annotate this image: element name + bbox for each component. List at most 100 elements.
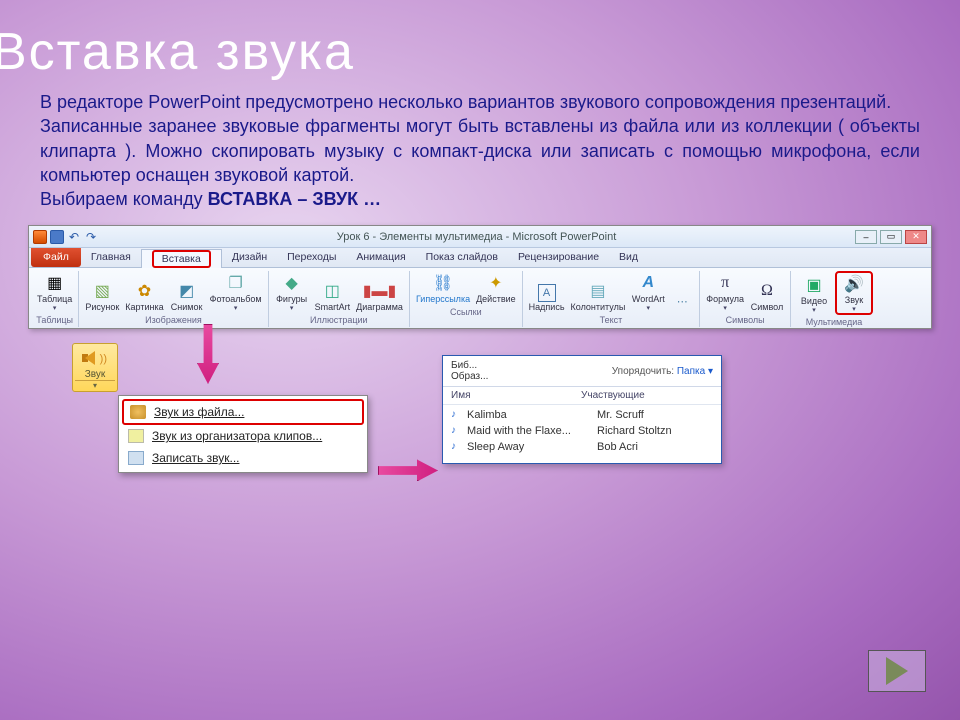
slide-body: В редакторе PowerPoint предусмотрено нес… — [0, 82, 960, 211]
btn-text-more[interactable]: ⋯ — [669, 289, 695, 313]
file-row[interactable]: ♪ Sleep Away Bob Acri — [451, 439, 713, 455]
lower-area: )) Звук ▾ Звук из файла... Звук из орган… — [0, 339, 960, 559]
menu-sound-from-file-label: Звук из файла... — [154, 405, 244, 419]
chevron-down-icon: ▾ — [75, 380, 115, 390]
btn-chart[interactable]: ▮▬▮Диаграмма — [354, 279, 405, 313]
btn-video-label: Видео — [801, 297, 827, 306]
ribbon-body: ▦ Таблица ▾ Таблицы ▧Рисунок ✿Картинка ◩… — [29, 268, 931, 328]
music-icon: ♪ — [451, 441, 463, 453]
file-row[interactable]: ♪ Maid with the Flaxe... Richard Stoltzn — [451, 423, 713, 439]
group-links-label: Ссылки — [450, 307, 482, 317]
arrow-down-icon — [197, 324, 219, 384]
action-icon: ✦ — [485, 272, 507, 294]
tab-insert-highlight: Вставка — [152, 250, 211, 268]
btn-clipart[interactable]: ✿Картинка — [123, 279, 165, 313]
btn-smartart[interactable]: ◫SmartArt — [313, 279, 353, 313]
tab-review[interactable]: Рецензирование — [508, 248, 609, 267]
file-dialog-rows: ♪ Kalimba Mr. Scruff ♪ Maid with the Fla… — [443, 405, 721, 463]
btn-hyperlink[interactable]: ⛓Гиперссылка — [414, 271, 472, 305]
more-icon: ⋯ — [671, 290, 693, 312]
btn-picture[interactable]: ▧Рисунок — [83, 279, 121, 313]
record-icon — [128, 451, 144, 465]
tab-insert[interactable]: Вставка — [141, 249, 222, 268]
screenshot-icon: ◩ — [176, 280, 198, 302]
file-artist: Richard Stoltzn — [597, 425, 672, 437]
group-tables-label: Таблицы — [36, 315, 73, 325]
file-dialog: Биб... Образ... Упорядочить: Папка ▾ Имя… — [442, 355, 722, 464]
sound-dropdown-button[interactable]: )) Звук ▾ — [72, 343, 118, 392]
maximize-button[interactable]: ▭ — [880, 230, 902, 244]
tab-home[interactable]: Главная — [81, 248, 141, 267]
play-icon — [886, 657, 908, 685]
chevron-down-icon: ▾ — [708, 366, 713, 377]
tab-design[interactable]: Дизайн — [222, 248, 277, 267]
para-1: В редакторе PowerPoint предусмотрено нес… — [40, 90, 920, 114]
close-button[interactable]: ✕ — [905, 230, 927, 244]
next-slide-button[interactable] — [868, 650, 926, 692]
btn-action[interactable]: ✦Действие — [474, 271, 518, 305]
btn-video[interactable]: ▣Видео▾ — [795, 273, 833, 315]
window-title: Урок 6 - Элементы мультимедиа - Microsof… — [98, 231, 855, 243]
btn-shapes[interactable]: ◆Фигуры▾ — [273, 271, 311, 313]
btn-equation[interactable]: πФормула▾ — [704, 271, 746, 313]
minimize-button[interactable]: – — [855, 230, 877, 244]
speaker-icon — [130, 405, 146, 419]
btn-action-label: Действие — [476, 295, 516, 304]
btn-chart-label: Диаграмма — [356, 303, 403, 312]
textbox-icon: A — [538, 284, 556, 302]
group-symbols-label: Символы — [726, 315, 765, 325]
chevron-down-icon: ▾ — [290, 304, 294, 312]
audio-icon: 🔊 — [843, 273, 865, 295]
wordart-icon: A — [637, 272, 659, 294]
menu-record-sound-label: Записать звук... — [152, 451, 239, 465]
btn-symbol[interactable]: ΩСимвол — [748, 279, 786, 313]
btn-screenshot-label: Снимок — [171, 303, 203, 312]
group-text: AНадпись ▤Колонтитулы AWordArt▾ ⋯ Текст — [523, 271, 701, 327]
breadcrumb-1[interactable]: Биб... — [451, 360, 488, 371]
sound-menu: Звук из файла... Звук из организатора кл… — [118, 395, 368, 473]
tab-animations[interactable]: Анимация — [346, 248, 415, 267]
file-artist: Mr. Scruff — [597, 409, 644, 421]
tab-file[interactable]: Файл — [31, 248, 81, 267]
menu-sound-from-organizer[interactable]: Звук из организатора клипов... — [122, 425, 364, 447]
save-icon[interactable] — [50, 230, 64, 244]
file-name: Maid with the Flaxe... — [467, 425, 597, 437]
sort-control[interactable]: Упорядочить: Папка ▾ — [612, 366, 713, 377]
col-artists[interactable]: Участвующие — [581, 390, 645, 401]
file-name: Sleep Away — [467, 441, 597, 453]
redo-icon[interactable]: ↷ — [84, 230, 98, 244]
organizer-icon — [128, 429, 144, 443]
file-dialog-columns: Имя Участвующие — [443, 387, 721, 405]
file-name: Kalimba — [467, 409, 597, 421]
titlebar: ↶ ↷ Урок 6 - Элементы мультимедиа - Micr… — [29, 226, 931, 248]
btn-textbox[interactable]: AНадпись — [527, 283, 567, 313]
col-name[interactable]: Имя — [451, 390, 581, 401]
sort-value[interactable]: Папка — [677, 366, 705, 377]
tab-slideshow[interactable]: Показ слайдов — [416, 248, 508, 267]
btn-photoalbum[interactable]: ❐Фотоальбом▾ — [208, 271, 264, 313]
btn-photoalbum-label: Фотоальбом — [210, 295, 262, 304]
menu-sound-from-file[interactable]: Звук из файла... — [122, 399, 364, 425]
btn-headerfooter-label: Колонтитулы — [571, 303, 626, 312]
menu-record-sound[interactable]: Записать звук... — [122, 447, 364, 469]
tab-view[interactable]: Вид — [609, 248, 648, 267]
undo-icon[interactable]: ↶ — [67, 230, 81, 244]
btn-table[interactable]: ▦ Таблица ▾ — [35, 271, 74, 313]
btn-textbox-label: Надпись — [529, 303, 565, 312]
chevron-down-icon: ▾ — [852, 305, 856, 313]
sort-label: Упорядочить: — [612, 366, 674, 377]
file-row[interactable]: ♪ Kalimba Mr. Scruff — [451, 407, 713, 423]
tab-transitions[interactable]: Переходы — [277, 248, 346, 267]
btn-clipart-label: Картинка — [125, 303, 163, 312]
btn-screenshot[interactable]: ◩Снимок — [168, 279, 206, 313]
btn-headerfooter[interactable]: ▤Колонтитулы — [569, 279, 628, 313]
video-icon: ▣ — [803, 274, 825, 296]
symbol-icon: Ω — [756, 280, 778, 302]
ribbon-tabs: Файл Главная Вставка Дизайн Переходы Ани… — [29, 248, 931, 268]
btn-wordart-label: WordArt — [632, 295, 665, 304]
chevron-down-icon: ▾ — [812, 306, 816, 314]
equation-icon: π — [714, 272, 736, 294]
btn-audio[interactable]: 🔊Звук▾ — [835, 271, 873, 315]
breadcrumb-2[interactable]: Образ... — [451, 371, 488, 382]
btn-wordart[interactable]: AWordArt▾ — [629, 271, 667, 313]
